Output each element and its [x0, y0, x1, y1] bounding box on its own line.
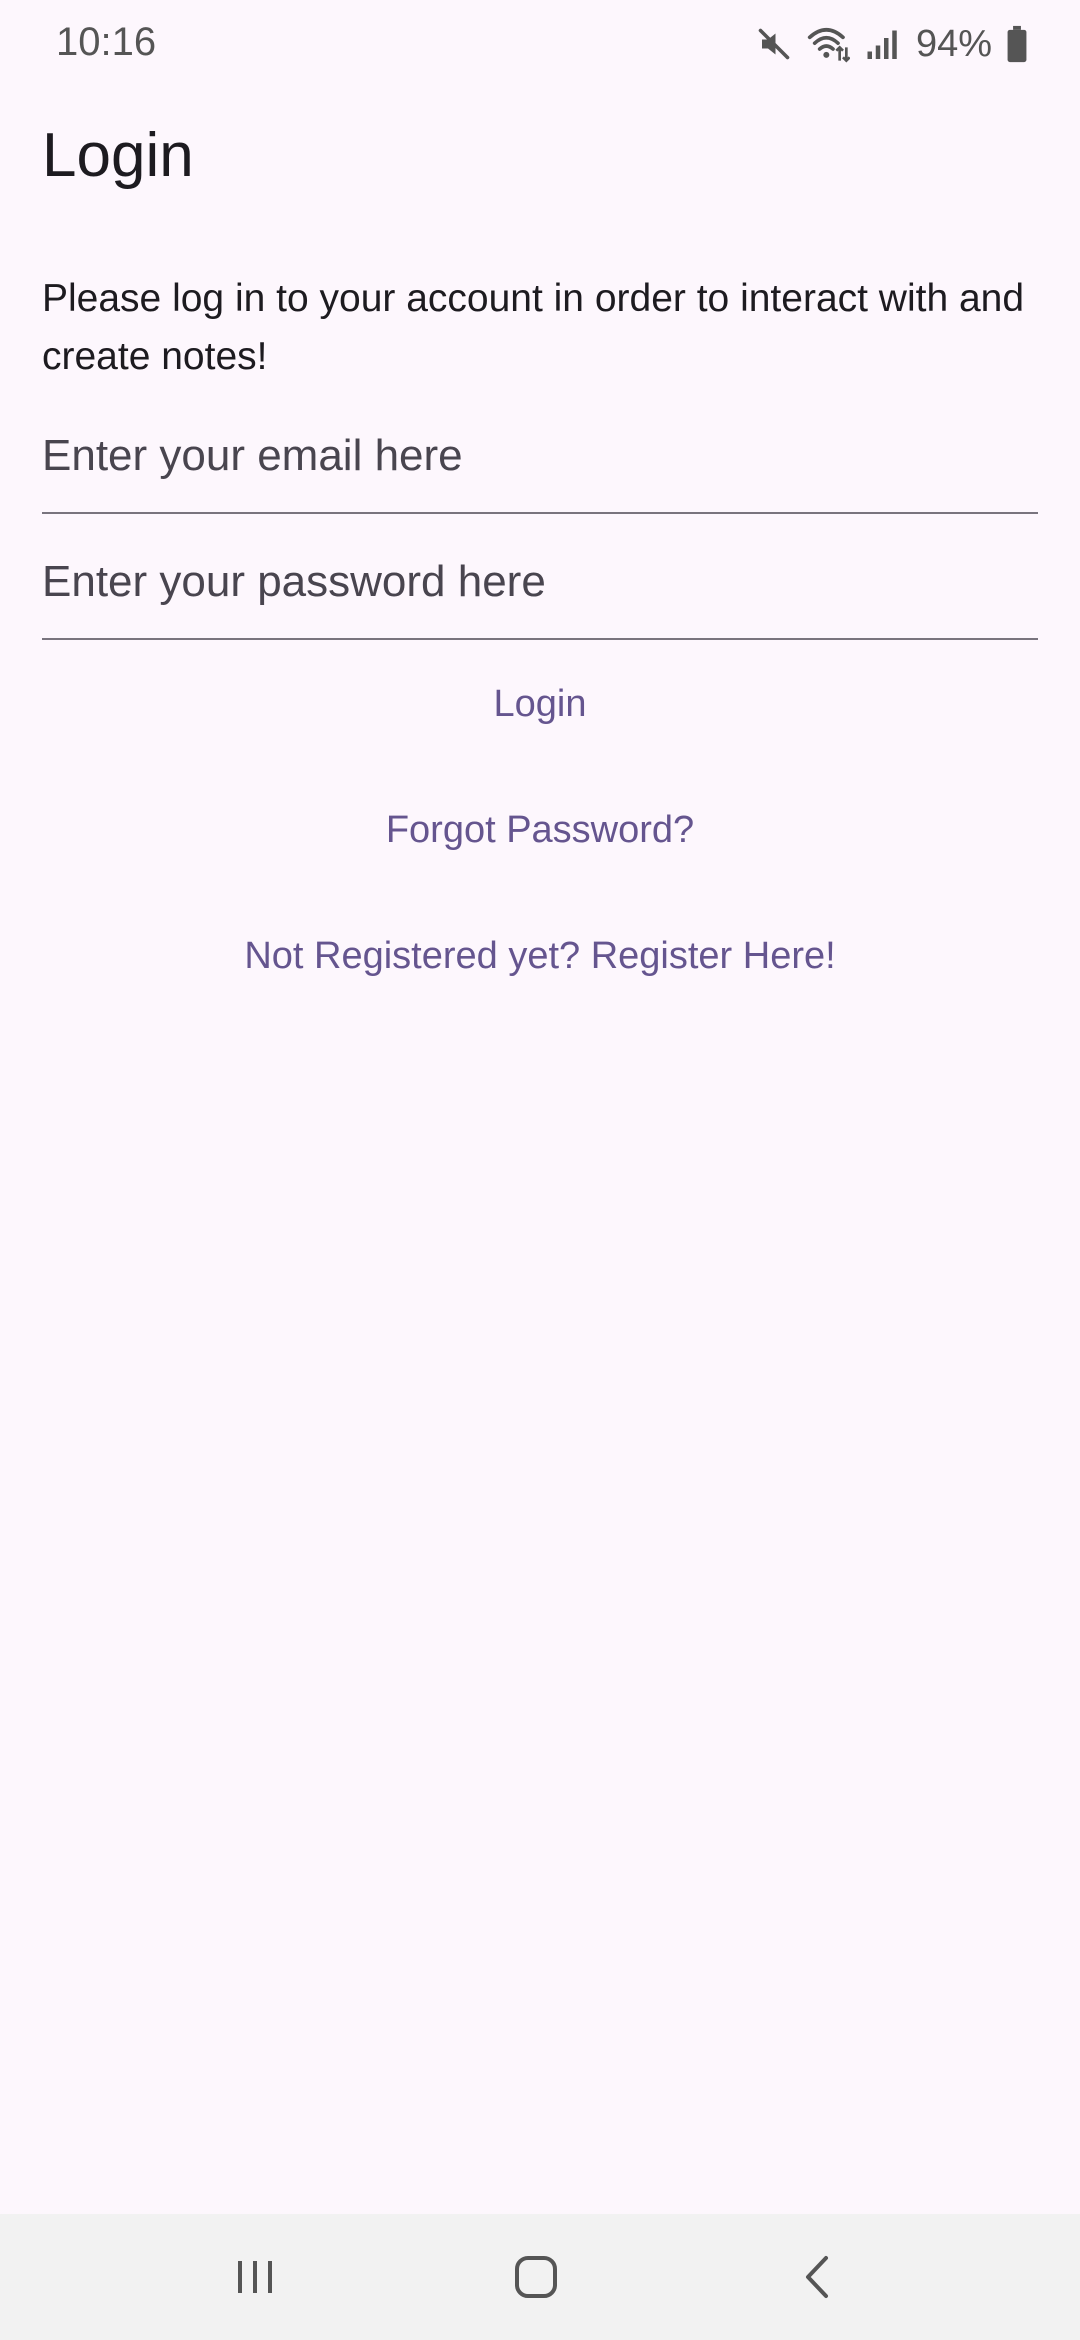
wifi-icon	[807, 28, 850, 63]
back-icon	[806, 2256, 828, 2298]
status-time: 10:16	[56, 20, 157, 64]
page-title: Login	[42, 121, 194, 190]
home-button[interactable]	[496, 2244, 576, 2310]
email-input[interactable]	[42, 400, 1038, 512]
forgot-password-button[interactable]: Forgot Password?	[0, 800, 1080, 860]
navigation-bar	[0, 2214, 1080, 2340]
back-button[interactable]	[778, 2244, 858, 2310]
status-icons: 94%	[756, 18, 1028, 70]
register-button[interactable]: Not Registered yet? Register Here!	[0, 926, 1080, 986]
password-field-container	[42, 526, 1038, 640]
status-bar: 10:16 94%	[0, 0, 1080, 88]
battery-percent: 94%	[915, 22, 992, 65]
email-field-container	[42, 400, 1038, 514]
recent-apps-icon	[238, 2261, 272, 2293]
home-icon	[515, 2256, 557, 2298]
signal-icon	[867, 30, 897, 59]
mute-icon	[758, 28, 790, 60]
intro-text: Please log in to your account in order t…	[42, 277, 1025, 378]
recent-apps-button[interactable]	[215, 2244, 295, 2310]
password-input[interactable]	[42, 526, 1038, 638]
battery-icon	[1007, 25, 1027, 63]
login-button[interactable]: Login	[0, 674, 1080, 734]
